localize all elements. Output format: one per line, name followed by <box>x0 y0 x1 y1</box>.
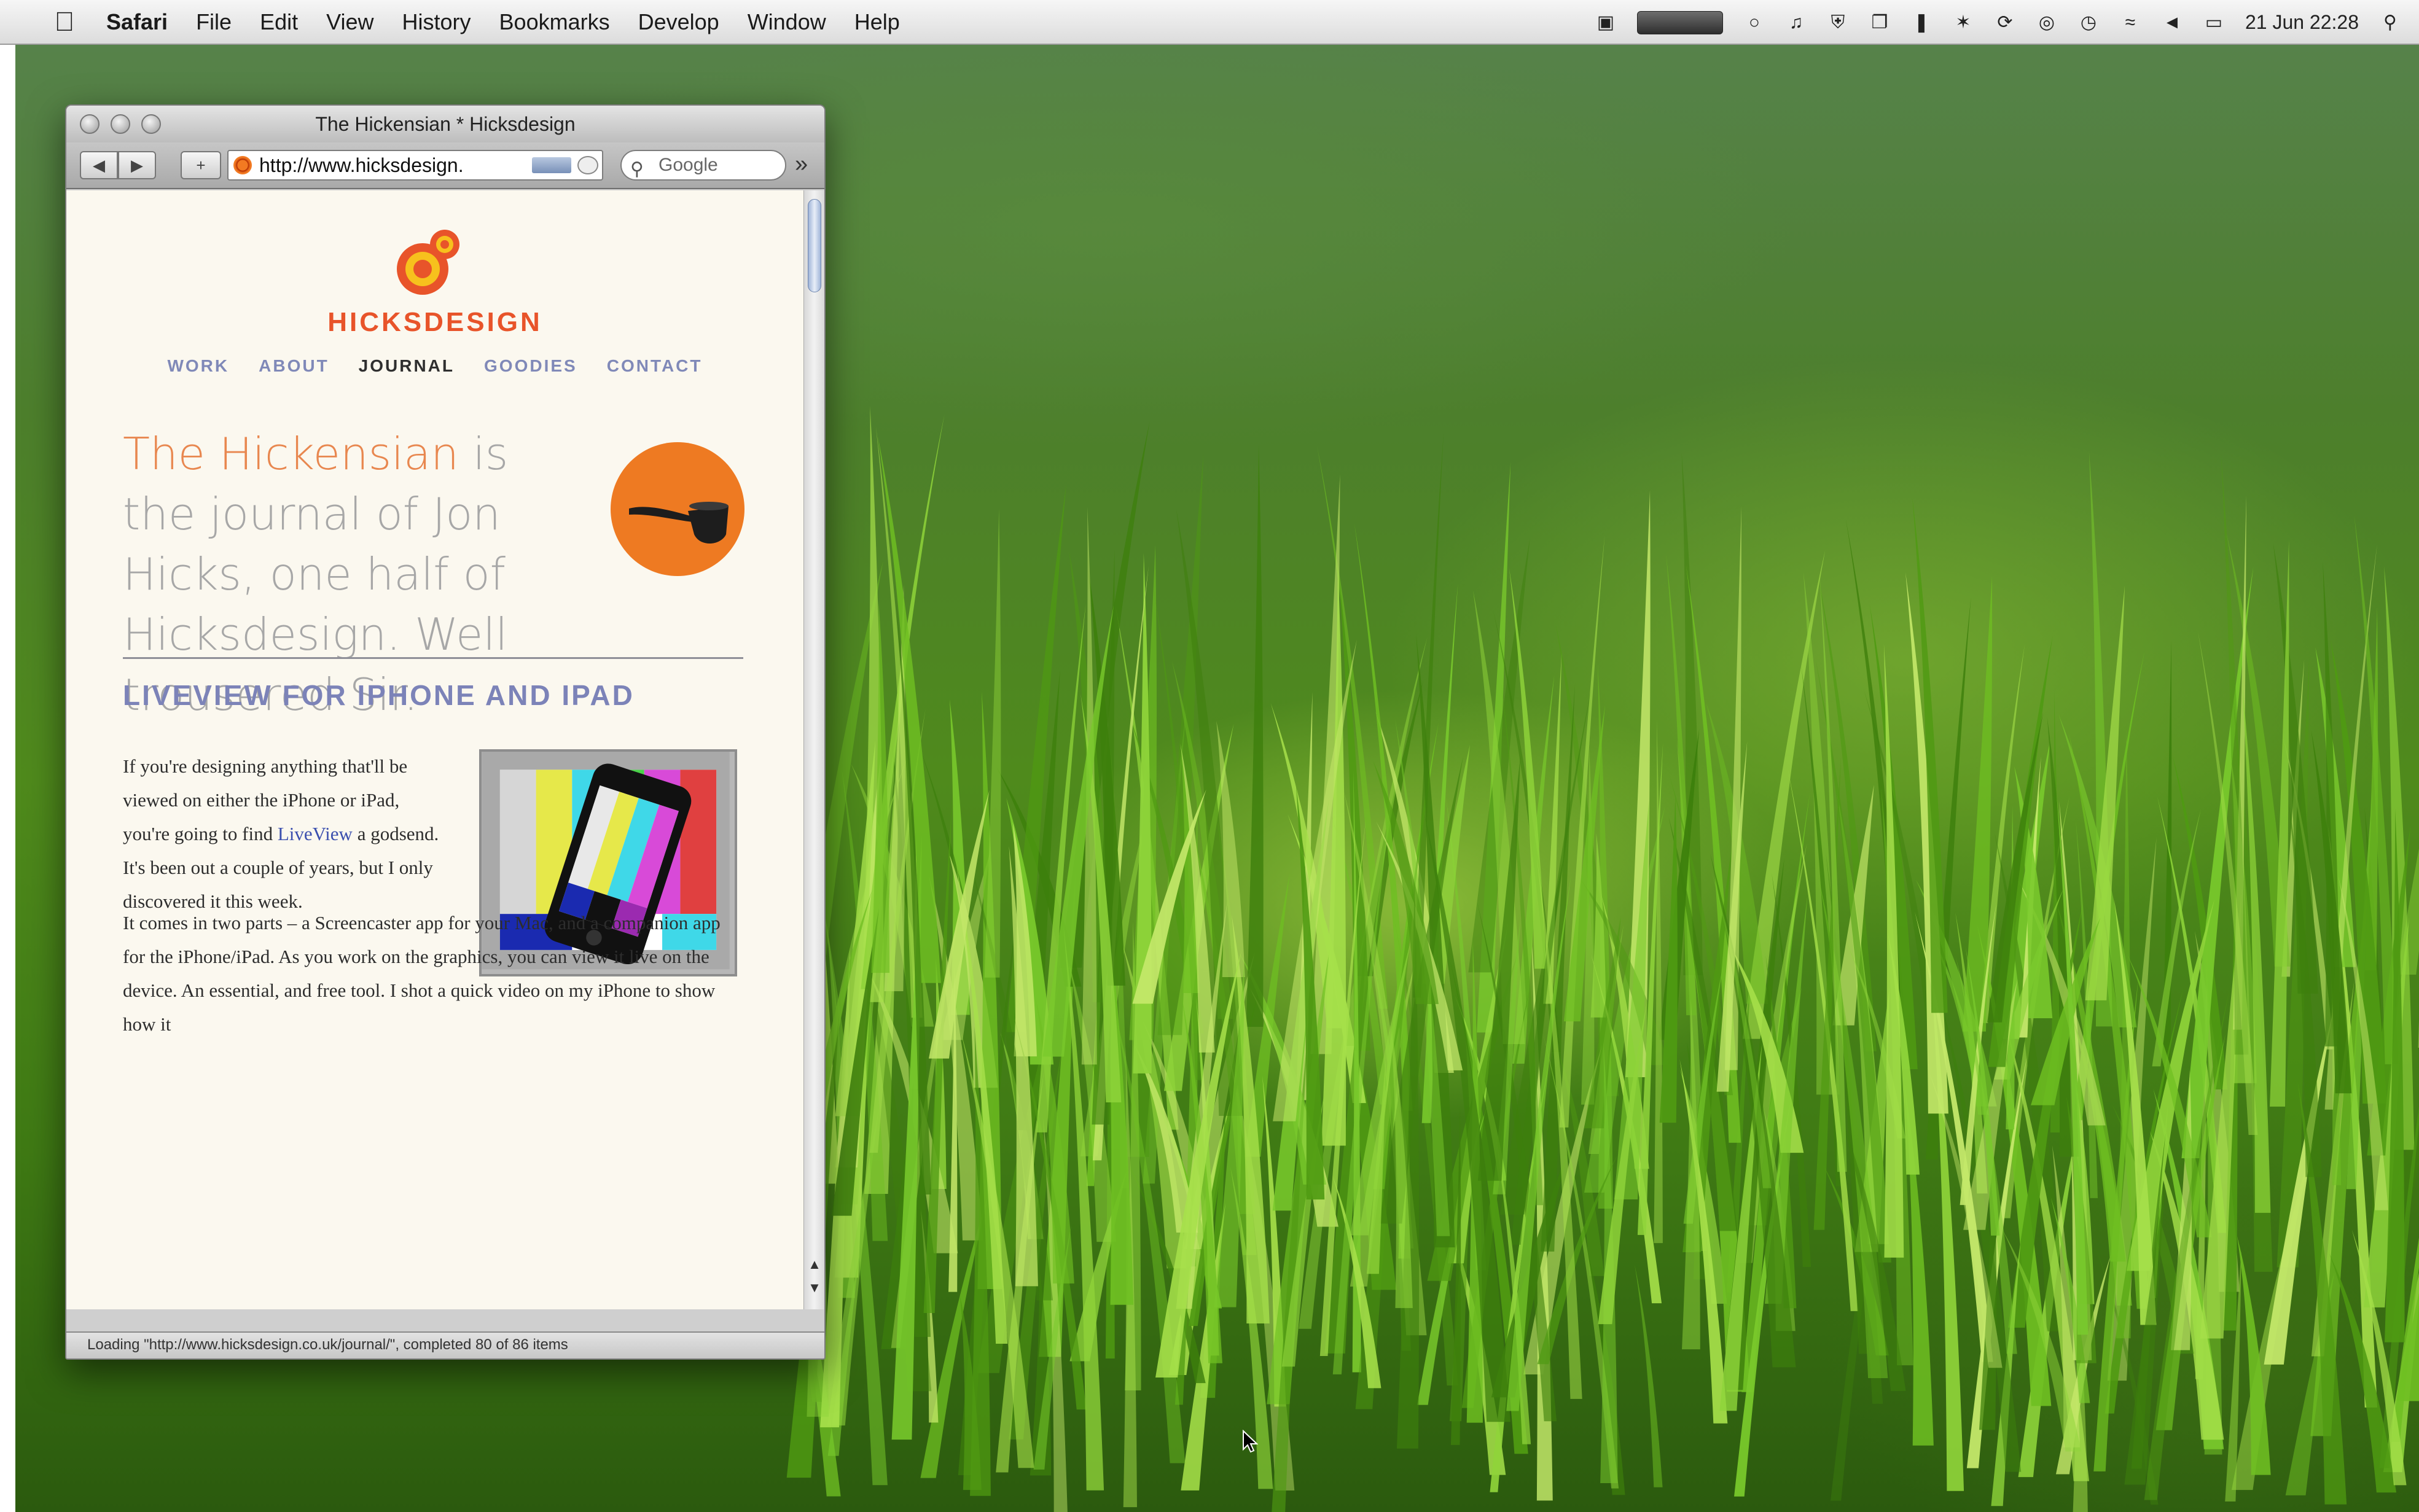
browser-toolbar: ◀ ▶ + http://www.hicksdesign. ⚲ Google » <box>66 142 824 189</box>
hicksdesign-logo-icon[interactable] <box>392 227 466 301</box>
menu-edit[interactable]: Edit <box>260 9 298 35</box>
globe-icon[interactable]: ◎ <box>2036 12 2057 33</box>
status-bar: Loading "http://www.hicksdesign.co.uk/jo… <box>66 1331 824 1358</box>
clipboard-icon[interactable]: ❐ <box>1869 12 1890 33</box>
menu-view[interactable]: View <box>326 9 373 35</box>
scroll-up-icon[interactable]: ▲ <box>808 1257 821 1277</box>
site-nav: WORK ABOUT JOURNAL GOODIES CONTACT <box>66 356 803 376</box>
forward-button[interactable]: ▶ <box>118 151 156 179</box>
mouse-pointer-icon <box>1243 1430 1258 1453</box>
add-bookmark-button[interactable]: + <box>181 151 221 179</box>
status-meter-icon[interactable] <box>1636 10 1723 34</box>
screen-edge <box>0 45 15 1512</box>
toolbar-overflow-icon[interactable]: » <box>795 151 808 177</box>
snapback-icon[interactable] <box>532 157 571 173</box>
volume-icon[interactable]: ◄ <box>2162 12 2183 33</box>
nav-work[interactable]: WORK <box>167 356 229 376</box>
pipe-badge <box>611 442 744 576</box>
safari-window: The Hickensian * Hicksdesign ◀ ▶ + http:… <box>65 104 826 1360</box>
menu-develop[interactable]: Develop <box>638 9 719 35</box>
close-window-button[interactable] <box>80 114 100 134</box>
window-title: The Hickensian * Hicksdesign <box>315 112 576 135</box>
apple-menu-icon[interactable]:  <box>46 7 83 37</box>
post-paragraph-1: If you're designing anything that'll be … <box>123 749 442 918</box>
nav-goodies[interactable]: GOODIES <box>484 356 577 376</box>
nav-about[interactable]: ABOUT <box>259 356 329 376</box>
intro-highlight: The Hickensian <box>123 428 459 480</box>
battery-icon[interactable]: ▭ <box>2203 12 2224 33</box>
zoom-window-button[interactable] <box>141 114 161 134</box>
script-icon[interactable]: ❚ <box>1911 12 1932 33</box>
site-brand[interactable]: HICKSDESIGN <box>66 307 803 338</box>
liveview-link[interactable]: LiveView <box>278 823 353 844</box>
vertical-scrollbar[interactable]: ▲ ▼ <box>803 190 824 1309</box>
menu-bar:  Safari File Edit View History Bookmark… <box>0 0 2419 45</box>
bluetooth-icon[interactable]: ✶ <box>1953 12 1974 33</box>
time-machine-icon[interactable]: ◷ <box>2078 12 2099 33</box>
app-status-icon[interactable]: ▣ <box>1595 12 1616 33</box>
spotlight-search-icon[interactable]: ⚲ <box>2380 12 2401 33</box>
back-button[interactable]: ◀ <box>80 151 118 179</box>
search-placeholder: Google <box>658 155 718 175</box>
menu-history[interactable]: History <box>402 9 471 35</box>
post-paragraph-2: It comes in two parts – a Screencaster a… <box>123 912 721 1035</box>
clock[interactable]: 21 Jun 22:28 <box>2245 11 2359 34</box>
wifi-icon[interactable]: ≈ <box>2120 12 2141 33</box>
address-text: http://www.hicksdesign. <box>259 154 464 176</box>
shield-icon[interactable]: ⛨ <box>1827 12 1848 33</box>
section-divider <box>123 657 743 659</box>
sync-icon[interactable]: ⟳ <box>1995 12 2015 33</box>
nav-contact[interactable]: CONTACT <box>607 356 703 376</box>
address-field[interactable]: http://www.hicksdesign. <box>227 150 603 181</box>
web-page: HICKSDESIGN WORK ABOUT JOURNAL GOODIES C… <box>66 190 803 1309</box>
pipe-icon <box>629 502 729 544</box>
reload-icon[interactable] <box>577 156 598 174</box>
nav-journal[interactable]: JOURNAL <box>359 356 455 376</box>
scrollbar-thumb[interactable] <box>808 199 821 292</box>
site-favicon-icon <box>233 156 252 174</box>
search-field[interactable]: ⚲ Google <box>620 150 786 181</box>
window-titlebar[interactable]: The Hickensian * Hicksdesign <box>66 106 824 142</box>
post-title[interactable]: LIVEVIEW FOR IPHONE AND IPAD <box>123 679 635 712</box>
menu-file[interactable]: File <box>196 9 232 35</box>
menu-help[interactable]: Help <box>854 9 900 35</box>
minimize-window-button[interactable] <box>111 114 130 134</box>
spotlight-dot-icon[interactable]: ○ <box>1744 12 1765 33</box>
menu-extras: ▣ ○ ♫ ⛨ ❐ ❚ ✶ ⟳ ◎ ◷ ≈ ◄ ▭ 21 Jun 22:28 ⚲ <box>1595 0 2401 45</box>
scroll-down-icon[interactable]: ▼ <box>808 1280 821 1301</box>
search-icon: ⚲ <box>630 159 644 179</box>
itunes-icon[interactable]: ♫ <box>1786 12 1807 33</box>
menu-app-name[interactable]: Safari <box>106 9 168 35</box>
menu-window[interactable]: Window <box>748 9 826 35</box>
menu-bookmarks[interactable]: Bookmarks <box>499 9 610 35</box>
